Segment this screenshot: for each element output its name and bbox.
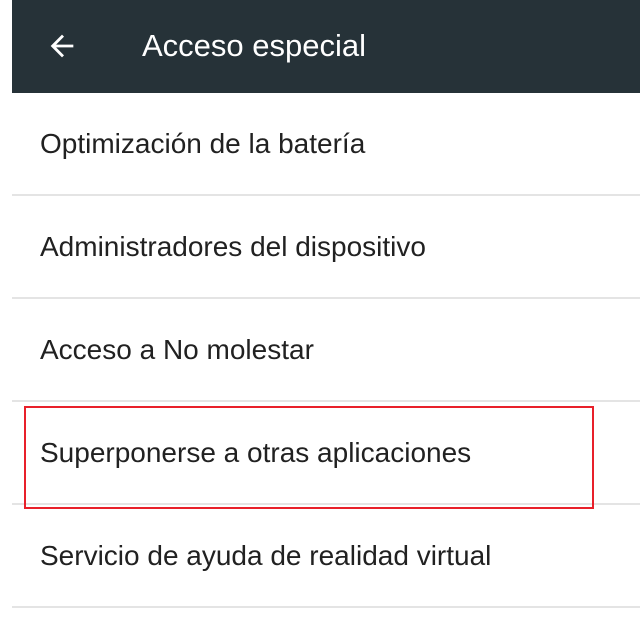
list-item-label: Optimización de la batería (40, 127, 366, 159)
page-title: Acceso especial (142, 28, 367, 63)
list-item-battery-optimization[interactable]: Optimización de la batería (12, 93, 640, 196)
list-item-do-not-disturb-access[interactable]: Acceso a No molestar (12, 299, 640, 402)
list-item-label: Acceso a No molestar (40, 333, 314, 365)
list-item-label: Superponerse a otras aplicaciones (40, 436, 472, 468)
app-bar: Acceso especial (12, 0, 640, 93)
settings-list: Optimización de la batería Administrador… (12, 93, 640, 608)
list-item-label: Administradores del dispositivo (40, 230, 426, 262)
list-item-device-admins[interactable]: Administradores del dispositivo (12, 196, 640, 299)
arrow-left-icon (50, 34, 74, 58)
back-button[interactable] (42, 26, 82, 66)
list-item-label: Servicio de ayuda de realidad virtual (40, 539, 492, 571)
screen: Acceso especial Optimización de la bater… (0, 0, 640, 620)
list-item-vr-helper-services[interactable]: Servicio de ayuda de realidad virtual (12, 505, 640, 608)
list-item-display-over-other-apps[interactable]: Superponerse a otras aplicaciones (12, 402, 640, 505)
